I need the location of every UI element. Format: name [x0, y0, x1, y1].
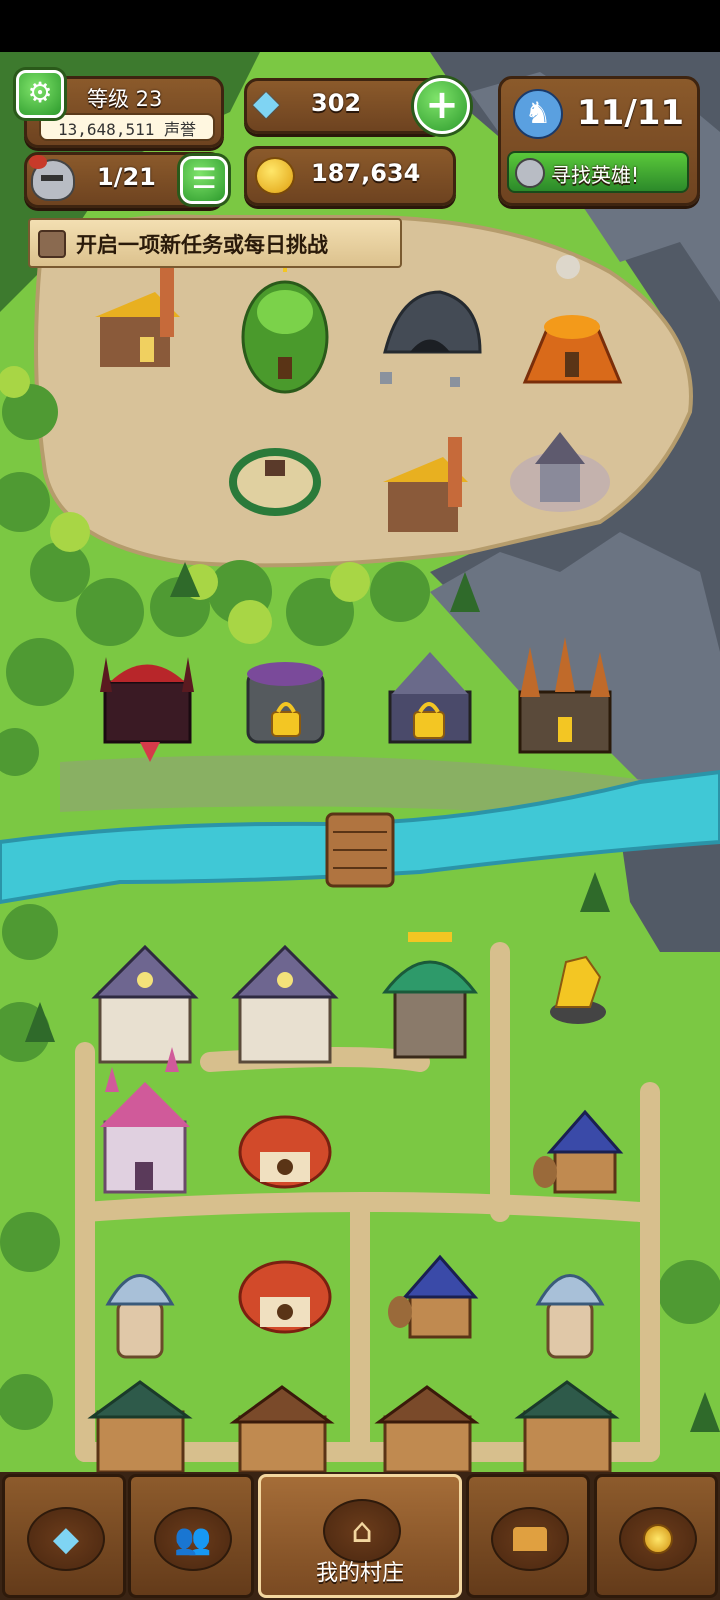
heroes-panel[interactable]: ♞ 11/11 寻找英雄! — [498, 76, 700, 206]
tab-heroes[interactable]: 👥 — [128, 1474, 254, 1598]
wizard-tower-1[interactable] — [105, 1274, 175, 1359]
find-heroes-button[interactable]: 寻找英雄! — [507, 151, 689, 193]
add-gems-button[interactable]: + — [414, 78, 470, 134]
wizard-tower-2[interactable] — [535, 1274, 605, 1359]
tab-treasure-disc — [491, 1507, 569, 1571]
helmet-small-icon — [515, 158, 545, 188]
heroes-count: 11/11 — [577, 93, 685, 133]
house-icon: ⌂ — [351, 1511, 373, 1551]
settings-button[interactable]: ⚙ — [16, 70, 64, 118]
medal-icon — [643, 1524, 673, 1554]
quest-checkbox[interactable] — [38, 230, 66, 258]
gems-count: 302 — [311, 89, 362, 117]
tab-shop-disc: ◆ — [27, 1507, 105, 1571]
bottom-nav: ◆ 👥 ⌂ 我的村庄 — [0, 1472, 720, 1600]
find-heroes-label: 寻找英雄! — [551, 163, 640, 187]
knight-helmet-icon — [29, 155, 75, 201]
tab-village-disc: ⌂ — [323, 1499, 401, 1563]
reputation-value: 13,648,511 声誉 — [58, 120, 196, 139]
tab-shop[interactable]: ◆ — [2, 1474, 126, 1598]
tab-my-village-label: 我的村庄 — [315, 1561, 404, 1586]
plus-icon: + — [425, 82, 459, 128]
locked-tower-building[interactable] — [246, 662, 325, 744]
quest-banner-text: 开启一项新任务或每日挑战 — [76, 233, 328, 257]
units-count: 1/21 — [97, 163, 156, 191]
red-roof-house-2[interactable] — [238, 1260, 332, 1334]
unit-list-button[interactable]: ☰ — [180, 156, 228, 204]
tab-achievements[interactable] — [594, 1474, 718, 1598]
reputation-box: 13,648,511 声誉 — [39, 113, 215, 141]
gold-coin-icon — [255, 157, 295, 195]
list-icon: ☰ — [191, 162, 217, 195]
gear-icon: ⚙ — [27, 76, 53, 109]
tab-achievements-disc — [619, 1507, 697, 1571]
arena-building[interactable] — [229, 448, 321, 516]
status-bar — [0, 0, 720, 52]
quest-banner[interactable]: 开启一项新任务或每日挑战 — [28, 218, 402, 268]
level-label: 等级 23 — [87, 87, 163, 111]
diamond-icon: ◆ — [52, 1519, 80, 1559]
tab-treasure[interactable] — [466, 1474, 590, 1598]
diamond-icon: ◆ — [253, 83, 280, 123]
tab-my-village[interactable]: ⌂ 我的村庄 — [258, 1474, 462, 1598]
red-roof-house-1[interactable] — [238, 1115, 332, 1189]
treasure-chest-icon — [511, 1525, 549, 1553]
gold-panel: 187,634 — [244, 146, 456, 206]
unicorn-icon: ♞ — [513, 89, 563, 139]
gold-count: 187,634 — [311, 159, 421, 187]
tab-heroes-disc: 👥 — [154, 1507, 232, 1571]
people-icon: 👥 — [174, 1521, 212, 1557]
